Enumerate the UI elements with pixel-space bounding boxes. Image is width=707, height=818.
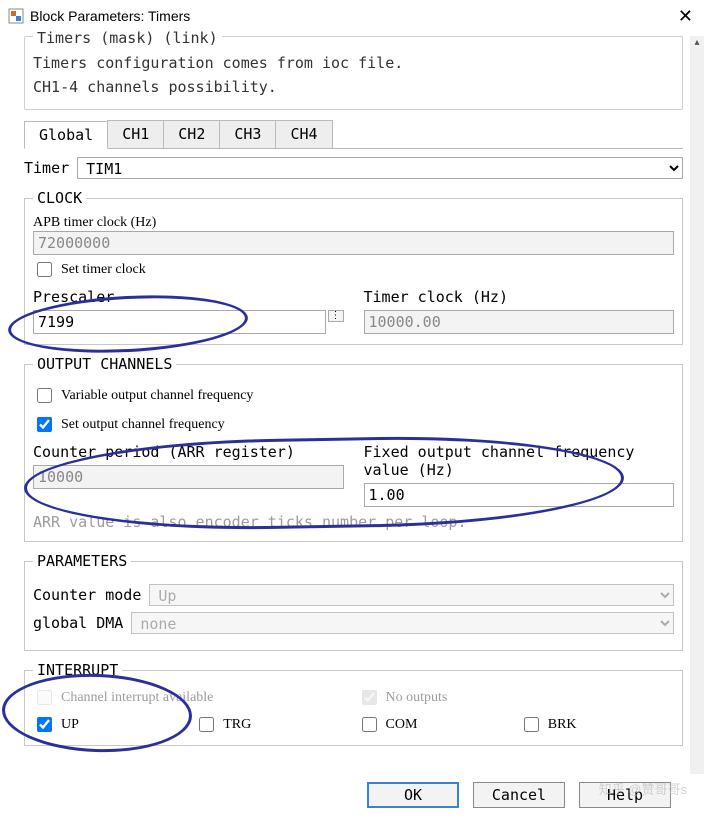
apb-clock-label: APB timer clock (Hz) bbox=[33, 215, 674, 231]
no-outputs-label: No outputs bbox=[386, 690, 448, 706]
tab-bar: Global CH1 CH2 CH3 CH4 bbox=[24, 120, 683, 149]
prescaler-input[interactable] bbox=[33, 310, 326, 334]
output-channels-group: OUTPUT CHANNELS Variable output channel … bbox=[24, 355, 683, 542]
tab-ch4[interactable]: CH4 bbox=[275, 120, 332, 148]
interrupt-legend: INTERRUPT bbox=[33, 661, 122, 679]
interrupt-trg-label: TRG bbox=[223, 717, 251, 733]
tab-ch3[interactable]: CH3 bbox=[219, 120, 276, 148]
button-bar: OK Cancel Help bbox=[0, 774, 689, 816]
counter-period-input bbox=[33, 465, 344, 489]
interrupt-brk-checkbox[interactable] bbox=[524, 717, 539, 732]
clock-legend: CLOCK bbox=[33, 189, 86, 207]
apb-clock-input bbox=[33, 231, 674, 255]
mask-description: Timers (mask) (link) Timers configuratio… bbox=[24, 36, 683, 110]
timer-select[interactable]: TIM1 bbox=[77, 157, 683, 179]
global-dma-select: none bbox=[131, 612, 674, 634]
mask-header: Timers (mask) (link) bbox=[33, 29, 222, 47]
interrupt-group: INTERRUPT Channel interrupt available No… bbox=[24, 661, 683, 746]
params-legend: PARAMETERS bbox=[33, 552, 131, 570]
output-legend: OUTPUT CHANNELS bbox=[33, 355, 176, 373]
interrupt-brk-label: BRK bbox=[548, 717, 577, 733]
cancel-button[interactable]: Cancel bbox=[473, 782, 565, 808]
set-output-freq-checkbox[interactable] bbox=[37, 417, 52, 432]
timer-clock-label: Timer clock (Hz) bbox=[364, 288, 675, 306]
watermark: 知乎 @赞哥哥s bbox=[599, 779, 687, 798]
window-title: Block Parameters: Timers bbox=[30, 8, 672, 24]
channel-interrupt-checkbox bbox=[37, 690, 52, 705]
fixed-freq-input[interactable] bbox=[364, 483, 675, 507]
counter-period-label: Counter period (ARR register) bbox=[33, 443, 344, 461]
prescaler-label: Prescaler bbox=[33, 288, 344, 306]
tab-ch2[interactable]: CH2 bbox=[163, 120, 220, 148]
arr-note: ARR value is also encoder ticks number p… bbox=[33, 513, 674, 531]
clock-group: CLOCK APB timer clock (Hz) Set timer clo… bbox=[24, 189, 683, 345]
fixed-freq-label: Fixed output channel frequency value (Hz… bbox=[364, 443, 675, 479]
counter-mode-label: Counter mode bbox=[33, 586, 141, 604]
set-output-freq-label: Set output channel frequency bbox=[61, 417, 225, 433]
set-timer-clock-checkbox[interactable] bbox=[37, 262, 52, 277]
tab-ch1[interactable]: CH1 bbox=[107, 120, 164, 148]
set-timer-clock-label: Set timer clock bbox=[61, 262, 146, 278]
mask-line: Timers configuration comes from ioc file… bbox=[33, 51, 674, 75]
parameters-group: PARAMETERS Counter mode Up global DMA no… bbox=[24, 552, 683, 651]
no-outputs-checkbox bbox=[362, 690, 377, 705]
title-bar: Block Parameters: Timers ✕ bbox=[0, 0, 707, 32]
close-icon[interactable]: ✕ bbox=[672, 6, 699, 27]
tab-global[interactable]: Global bbox=[24, 121, 108, 149]
counter-mode-select: Up bbox=[149, 584, 674, 606]
interrupt-up-checkbox[interactable] bbox=[37, 717, 52, 732]
interrupt-com-label: COM bbox=[386, 717, 418, 733]
mask-line: CH1-4 channels possibility. bbox=[33, 75, 674, 99]
timer-label: Timer bbox=[24, 159, 69, 177]
interrupt-up-label: UP bbox=[61, 717, 79, 733]
global-dma-label: global DMA bbox=[33, 614, 123, 632]
variable-freq-label: Variable output channel frequency bbox=[61, 388, 253, 404]
ok-button[interactable]: OK bbox=[367, 782, 459, 808]
prescaler-spinner[interactable]: ⋮ bbox=[328, 310, 344, 322]
app-icon bbox=[8, 8, 24, 24]
timer-clock-input bbox=[364, 310, 675, 334]
interrupt-trg-checkbox[interactable] bbox=[199, 717, 214, 732]
variable-freq-checkbox[interactable] bbox=[37, 388, 52, 403]
channel-interrupt-label: Channel interrupt available bbox=[61, 690, 213, 706]
interrupt-com-checkbox[interactable] bbox=[362, 717, 377, 732]
